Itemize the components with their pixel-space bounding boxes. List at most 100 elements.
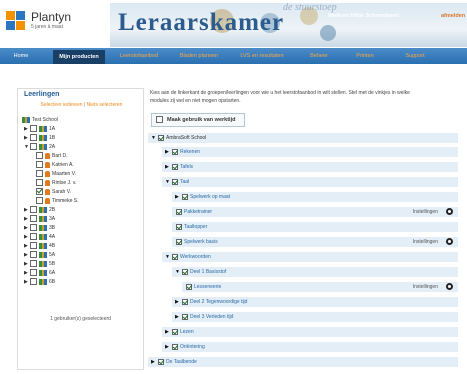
tree-group-4b[interactable]: ▶ 4B [24, 242, 55, 250]
select-all-link[interactable]: Selecteer iedereen [41, 102, 83, 108]
module-checkbox[interactable] [186, 283, 192, 290]
collapse-arrow-icon[interactable]: ▼ [165, 177, 172, 187]
tree-group-3a[interactable]: ▶ 3A [24, 215, 55, 223]
module-row-ambrasoft[interactable]: ▼ AmbraSoft School [148, 133, 458, 144]
expand-arrow-icon[interactable]: ▶ [165, 147, 172, 157]
module-row-deel-2[interactable]: ▶ Deel 2 Tegenwoordige tijd [172, 297, 458, 308]
collapse-arrow-icon[interactable]: ▼ [175, 267, 182, 277]
module-checkbox[interactable] [182, 268, 188, 275]
tree-group-4a[interactable]: ▶ 4A [24, 233, 55, 241]
tree-group-3b[interactable]: ▶ 3B [24, 224, 55, 232]
gear-icon[interactable] [446, 283, 453, 290]
student-checkbox[interactable] [36, 179, 43, 187]
group-checkbox[interactable] [30, 242, 37, 250]
tree-group-1a[interactable]: ▶ 1A [24, 125, 55, 133]
logout-link[interactable]: afmelden [441, 13, 465, 19]
group-checkbox[interactable] [30, 233, 37, 241]
expand-arrow-icon[interactable]: ▶ [165, 342, 172, 352]
module-checkbox[interactable] [172, 163, 178, 170]
tree-group-6a[interactable]: ▶ 6A [24, 269, 55, 277]
settings-link[interactable]: Instellingen [413, 237, 438, 247]
module-checkbox[interactable] [176, 238, 182, 245]
module-row-orientering[interactable]: ▶ Oriëntering [162, 342, 458, 353]
tree-student[interactable]: Sarah V. [36, 188, 71, 196]
module-checkbox[interactable] [182, 193, 188, 200]
worktime-checkbox[interactable] [156, 116, 163, 124]
module-checkbox[interactable] [182, 313, 188, 320]
gear-icon[interactable] [446, 208, 453, 215]
module-checkbox[interactable] [172, 328, 178, 335]
tree-group-5b[interactable]: ▶ 5B [24, 260, 55, 268]
group-checkbox[interactable] [30, 260, 37, 268]
collapse-arrow-icon[interactable]: ▼ [165, 252, 172, 262]
expand-arrow-icon[interactable]: ▶ [151, 357, 158, 367]
tree-student[interactable]: Timmeke S. [36, 197, 78, 205]
nav-printen[interactable]: Printen [347, 51, 383, 62]
nav-beheer[interactable]: Beheer [301, 51, 337, 62]
group-checkbox[interactable] [30, 224, 37, 232]
module-row-lesseneerie[interactable]: Lesseneerie Instellingen [182, 282, 458, 293]
group-checkbox[interactable] [30, 134, 37, 142]
expand-arrow-icon[interactable]: ▶ [175, 192, 182, 202]
settings-link[interactable]: Instellingen [413, 282, 438, 292]
nav-lvs-resultaten[interactable]: LVS en resultaten [232, 51, 292, 62]
module-checkbox[interactable] [176, 208, 182, 215]
student-checkbox[interactable] [36, 197, 43, 205]
tree-group-2b[interactable]: ▶ 2B [24, 206, 55, 214]
select-none-link[interactable]: Niets selecteren [87, 102, 123, 108]
student-checkbox[interactable] [36, 170, 43, 178]
module-row-deel-1[interactable]: ▼ Deel 1 Basisstof [172, 267, 458, 278]
group-checkbox[interactable] [30, 278, 37, 286]
group-checkbox[interactable] [30, 215, 37, 223]
student-checkbox[interactable] [36, 161, 43, 169]
nav-leerstofaanbod[interactable]: Leerstofaanbod [113, 51, 165, 62]
group-checkbox[interactable] [30, 251, 37, 259]
tree-student[interactable]: Katrien A. [36, 161, 74, 169]
module-checkbox[interactable] [158, 134, 164, 141]
use-worktime-toggle[interactable]: Maak gebruik van werktijd [151, 113, 245, 127]
module-checkbox[interactable] [172, 178, 178, 185]
module-row-spelwerk-basis[interactable]: Spelwerk basis Instellingen [172, 237, 458, 248]
module-checkbox[interactable] [172, 148, 178, 155]
brand-name[interactable]: Plantyn [31, 10, 71, 24]
module-checkbox[interactable] [172, 343, 178, 350]
module-row-taal[interactable]: ▼ Taal [162, 177, 458, 188]
settings-link[interactable]: Instellingen [413, 207, 438, 217]
module-row-rekenen[interactable]: ▶ Rekenen [162, 147, 458, 158]
plantyn-logo[interactable] [6, 11, 26, 31]
nav-home[interactable]: Home [3, 51, 39, 62]
module-row-deel-3[interactable]: ▶ Deel 3 Verleden tijd [172, 312, 458, 323]
student-checkbox[interactable] [36, 152, 43, 160]
module-row-taaltopper[interactable]: Taaltopper [172, 222, 458, 233]
module-checkbox[interactable] [158, 358, 164, 365]
module-checkbox[interactable] [176, 223, 182, 230]
module-row-taalbende[interactable]: ▶ De Taalbende [148, 357, 458, 368]
module-row-lezen[interactable]: ▶ Lezen [162, 327, 458, 338]
nav-bladen-plannen[interactable]: Bladen plannen [172, 51, 226, 62]
tree-student[interactable]: Bart D. [36, 152, 68, 160]
module-checkbox[interactable] [172, 253, 178, 260]
tree-group-1b[interactable]: ▶ 1B [24, 134, 55, 142]
tree-group-6b[interactable]: ▶ 6B [24, 278, 55, 286]
expand-arrow-icon[interactable]: ▶ [175, 312, 182, 322]
module-row-spelwerk-op-maat[interactable]: ▶ Spelwerk op maat [172, 192, 458, 203]
tree-student[interactable]: Rintse J. v. [36, 179, 76, 187]
module-row-tafels[interactable]: ▶ Tafels [162, 162, 458, 173]
group-checkbox[interactable] [30, 125, 37, 133]
group-checkbox[interactable] [30, 143, 37, 151]
nav-mijn-producten[interactable]: Mijn producten [53, 50, 105, 64]
group-checkbox[interactable] [30, 206, 37, 214]
module-row-werkwoorden[interactable]: ▼ Werkwoorden [162, 252, 458, 263]
nav-support[interactable]: Support [393, 51, 437, 62]
group-checkbox[interactable] [30, 269, 37, 277]
tree-group-5a[interactable]: ▶ 5A [24, 251, 55, 259]
student-checkbox[interactable] [36, 188, 43, 196]
tree-student[interactable]: Maarten V. [36, 170, 76, 178]
module-row-pakketrainer[interactable]: Pakketrainer Instellingen [172, 207, 458, 218]
expand-arrow-icon[interactable]: ▶ [175, 297, 182, 307]
expand-arrow-icon[interactable]: ▶ [165, 327, 172, 337]
expand-arrow-icon[interactable]: ▶ [165, 162, 172, 172]
module-checkbox[interactable] [182, 298, 188, 305]
tree-group-2a[interactable]: ▼ 2A [24, 143, 55, 151]
gear-icon[interactable] [446, 238, 453, 245]
